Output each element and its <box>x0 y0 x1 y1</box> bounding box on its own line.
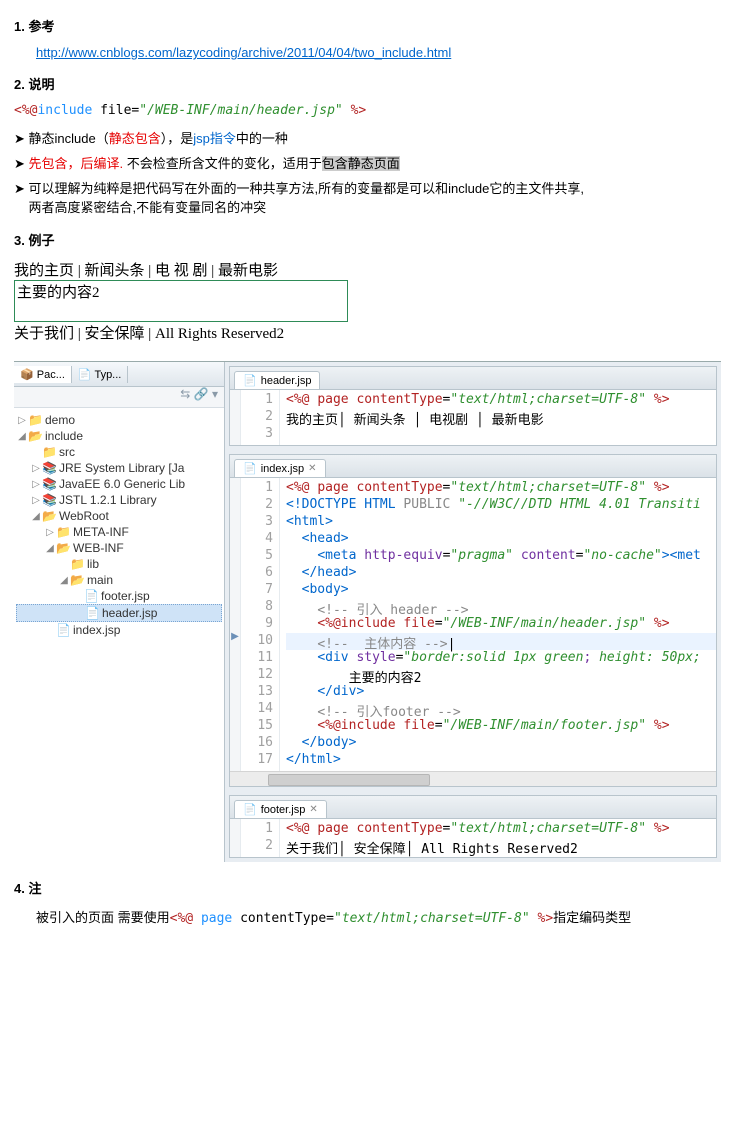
tree-item[interactable]: ▷📁META-INF <box>16 524 222 540</box>
editor-footer: 📄 footer.jsp ✕ 12 <%@ page contentType="… <box>229 795 717 858</box>
sec-num-4: 4. <box>14 881 25 896</box>
tok-open: <%@ <box>14 103 37 118</box>
nt-close: %> <box>538 911 554 926</box>
b1-a: 静态include（ <box>29 131 109 146</box>
tree-item[interactable]: ▷📁demo <box>16 412 222 428</box>
tok-attr: file= <box>100 103 139 118</box>
lt-typ: Typ... <box>94 369 121 381</box>
editor-header: 📄 header.jsp 123 <%@ page contentType="t… <box>229 366 717 446</box>
bullet-2: 先包含，后编译. 不会检查所含文件的变化，适用于包含静态页面 <box>14 153 721 172</box>
tree-item[interactable]: 📄header.jsp <box>16 604 222 622</box>
tree-item[interactable]: ◢📂main <box>16 572 222 588</box>
section3-title: 3. 例子 <box>14 230 721 249</box>
demo-body-box: 主要的内容2 <box>14 280 348 322</box>
include-directive-code: <%@include file="/WEB-INF/main/header.js… <box>14 103 721 118</box>
close-icon[interactable]: ✕ <box>308 463 316 474</box>
sec-num-3: 3. <box>14 233 25 248</box>
ide-area: 📦 Pac... 📄 Typ... ⇆ 🔗 ▾ ▷📁demo◢📂include … <box>14 361 721 862</box>
bullet-3: 可以理解为纯粹是把代码写在外面的一种共享方法,所有的变量都是可以和include… <box>14 178 721 216</box>
left-toolbar: ⇆ 🔗 ▾ <box>14 387 224 408</box>
nt-open: <%@ <box>170 911 193 926</box>
b3-a: 可以理解为纯粹是把代码写在外面的一种共享方法,所有的变量都是可以和include… <box>29 181 584 196</box>
note-post: 指定编码类型 <box>553 910 631 925</box>
tree-item[interactable]: ◢📂WEB-INF <box>16 540 222 556</box>
tree-item[interactable]: 📁src <box>16 444 222 460</box>
tree-item[interactable]: 📄footer.jsp <box>16 588 222 604</box>
sec-num-2: 2. <box>14 77 25 92</box>
tok-kw: include <box>37 103 92 118</box>
collapse-icon[interactable]: ⇆ <box>180 387 190 401</box>
tree-item[interactable]: ▷📚JavaEE 6.0 Generic Lib <box>16 476 222 492</box>
b1-c: 中的一种 <box>236 131 288 146</box>
editor-index: 📄 index.jsp ✕ ▶ 123456789101112131415161… <box>229 454 717 787</box>
tree-item[interactable]: ▷📚JRE System Library [Ja <box>16 460 222 476</box>
section2-title: 2. 说明 <box>14 74 721 93</box>
code-index[interactable]: <%@ page contentType="text/html;charset=… <box>280 478 716 771</box>
b1-red: 静态包含 <box>109 131 161 146</box>
section1-title: 1. 参考 <box>14 16 721 35</box>
tree-item[interactable]: ◢📂WebRoot <box>16 508 222 524</box>
code-footer[interactable]: <%@ page contentType="text/html;charset=… <box>280 819 716 857</box>
sec-title-3: 例子 <box>28 233 54 248</box>
b2-a: 不会检查所含文件的变化，适用于 <box>123 156 322 171</box>
sec-title-1: 参考 <box>28 19 54 34</box>
tok-close: %> <box>351 103 367 118</box>
note-text: 被引入的页面 需要使用<%@ page contentType="text/ht… <box>36 907 721 926</box>
left-tab-package[interactable]: 📦 Pac... <box>14 366 72 383</box>
nt-attr: contentType= <box>240 911 334 926</box>
tab-index-label: index.jsp <box>261 463 304 475</box>
b2-hl: 包含静态页面 <box>322 156 400 171</box>
section4-title: 4. 注 <box>14 878 721 897</box>
demo-footer-row: 关于我们 | 安全保障 | All Rights Reserved2 <box>14 322 721 343</box>
b2-red: 先包含，后编译. <box>29 156 124 171</box>
project-tree[interactable]: ▷📁demo◢📂include 📁src▷📚JRE System Library… <box>14 408 224 642</box>
tree-item[interactable]: 📁lib <box>16 556 222 572</box>
package-explorer: 📦 Pac... 📄 Typ... ⇆ 🔗 ▾ ▷📁demo◢📂include … <box>14 362 225 862</box>
tab-index-jsp[interactable]: 📄 index.jsp ✕ <box>234 459 326 477</box>
sec-title-2: 说明 <box>28 77 54 92</box>
close-icon[interactable]: ✕ <box>309 804 317 815</box>
tab-footer-jsp[interactable]: 📄 footer.jsp ✕ <box>234 800 327 818</box>
b1-blue: jsp指令 <box>193 131 236 146</box>
nt-val: "text/html;charset=UTF-8" <box>334 911 530 926</box>
tree-item[interactable]: ◢📂include <box>16 428 222 444</box>
reference-link[interactable]: http://www.cnblogs.com/lazycoding/archiv… <box>36 45 451 60</box>
bullet-1: 静态include（静态包含），是jsp指令中的一种 <box>14 128 721 147</box>
tab-header-label: header.jsp <box>261 375 312 387</box>
demo-header-row: 我的主页 | 新闻头条 | 电 视 剧 | 最新电影 <box>14 259 721 280</box>
lt-pac: Pac... <box>37 369 65 381</box>
b1-b: ），是 <box>161 131 194 146</box>
left-tab-type[interactable]: 📄 Typ... <box>72 366 128 383</box>
b3-b: 两者高度紧密结合,不能有变量同名的冲突 <box>28 200 266 215</box>
tree-item[interactable]: ▷📚JSTL 1.2.1 Library <box>16 492 222 508</box>
code-header[interactable]: <%@ page contentType="text/html;charset=… <box>280 390 716 445</box>
nt-kw: page <box>201 911 232 926</box>
menu-icon[interactable]: ▾ <box>212 387 218 401</box>
sec-title-4: 注 <box>28 881 41 896</box>
tok-val: "/WEB-INF/main/header.jsp" <box>139 103 343 118</box>
tab-footer-label: footer.jsp <box>261 804 306 816</box>
horizontal-scrollbar[interactable] <box>230 771 716 786</box>
note-pre: 被引入的页面 需要使用 <box>36 910 170 925</box>
tree-item[interactable]: 📄index.jsp <box>16 622 222 638</box>
sec-num-1: 1. <box>14 19 25 34</box>
link-icon[interactable]: 🔗 <box>194 387 209 401</box>
tab-header-jsp[interactable]: 📄 header.jsp <box>234 371 320 389</box>
